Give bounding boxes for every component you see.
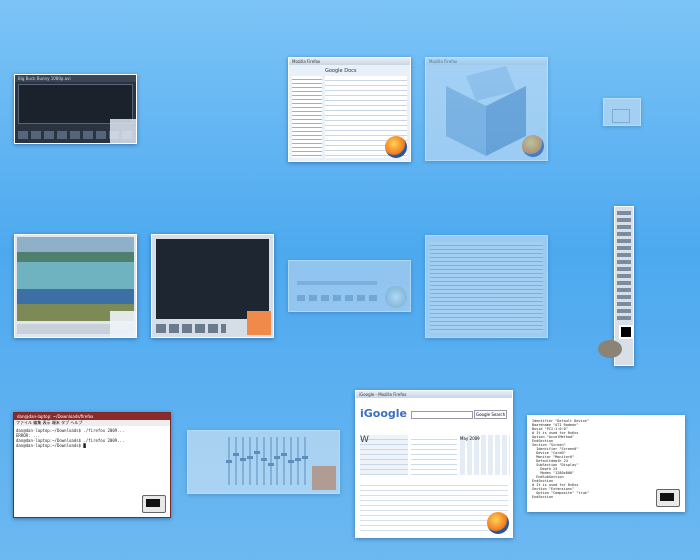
mixer-slider[interactable] (246, 437, 253, 485)
volume-mixer-window[interactable] (187, 430, 340, 494)
firefox-icon (522, 135, 544, 157)
mixer-slider[interactable] (281, 437, 288, 485)
slider-knob[interactable] (267, 462, 274, 466)
search-button[interactable]: Google Search (474, 410, 508, 419)
app-icon (385, 286, 407, 308)
slider-knob[interactable] (239, 458, 246, 461)
mixer-slider[interactable] (274, 437, 281, 485)
controls[interactable] (297, 295, 377, 301)
video-frame (17, 237, 134, 321)
playback-controls[interactable] (156, 324, 226, 333)
mixer-slider[interactable] (260, 437, 267, 485)
terminal-output[interactable]: dan@dan-laptop:~/Downloads$ ./firefox 20… (14, 426, 170, 450)
mixer-slider[interactable] (267, 437, 274, 485)
page-heading: Google Docs (325, 68, 357, 74)
mixer-slider[interactable] (226, 437, 232, 485)
slider-knob[interactable] (260, 458, 267, 461)
slider-knob[interactable] (274, 455, 281, 459)
video-area (156, 239, 269, 319)
tool-grid[interactable] (617, 211, 631, 321)
slider-knob[interactable] (281, 453, 288, 457)
slider-knob[interactable] (295, 458, 302, 461)
mixer-slider[interactable] (288, 437, 295, 485)
menu-view[interactable]: 表示 (43, 420, 51, 425)
menu-edit[interactable]: 編集 (33, 420, 41, 425)
menu-terminal[interactable]: 端末 (52, 420, 60, 425)
slider-knob[interactable] (246, 455, 253, 459)
gimp-icon (598, 340, 622, 358)
audio-player-window[interactable] (288, 260, 411, 312)
video-area (18, 84, 133, 124)
weather-temp: W (360, 435, 369, 445)
text-editor-window[interactable]: Identifier "Default Device" Boardname "AT… (527, 415, 685, 512)
igoogle-logo[interactable]: iGoogle (360, 407, 407, 420)
overlay-thumb (110, 311, 136, 337)
media-player-black-window[interactable] (151, 234, 274, 338)
gadget-bottom (360, 481, 508, 533)
firefox-icon (487, 512, 509, 534)
menu-tabs[interactable]: タブ (61, 420, 69, 425)
small-dialog-window[interactable] (603, 98, 641, 126)
window-title: Mozilla Firefox (426, 58, 547, 65)
gadget-weather: W (360, 435, 408, 475)
gadget-calendar: May 2009 (460, 435, 510, 475)
seek-bar[interactable] (297, 281, 377, 285)
menu-file[interactable]: ファイル (16, 420, 32, 425)
search-input[interactable] (411, 411, 473, 419)
firefox-docs-window[interactable]: Mozilla Firefox Google Docs (288, 57, 411, 162)
overlay-thumb (110, 119, 136, 143)
media-player-window-small[interactable]: Big Buck Bunny 1080p.avi (14, 74, 137, 144)
window-title: Big Buck Bunny 1080p.avi (15, 75, 136, 82)
mixer-slider[interactable] (232, 437, 239, 485)
calendar-month: May 2009 (460, 436, 480, 441)
equalizer-icon (247, 311, 271, 335)
firefox-image-window[interactable]: Mozilla Firefox (425, 57, 548, 161)
igoogle-firefox-window[interactable]: iGoogle - Mozilla Firefox iGoogle Google… (355, 390, 513, 538)
text-document-window[interactable] (425, 235, 548, 338)
slider-knob[interactable] (302, 455, 309, 459)
equalizer-icon (312, 466, 336, 490)
menu-help[interactable]: ヘルプ (70, 420, 82, 425)
terminal-line: dan@dan-laptop:~/Downloads$ █ (16, 443, 86, 448)
mixer-slider[interactable] (302, 437, 309, 485)
terminal-icon (656, 489, 680, 507)
gadget-news (411, 435, 457, 475)
terminal-window[interactable]: dan@dan-laptop: ~/Downloads/firefox ファイル… (13, 412, 171, 518)
slider-knob[interactable] (253, 450, 260, 454)
mixer-slider[interactable] (295, 437, 302, 485)
sidebar-tree (292, 76, 322, 158)
slider-knob[interactable] (226, 460, 232, 464)
window-title: iGoogle - Mozilla Firefox (356, 391, 512, 398)
slider-knob[interactable] (232, 453, 239, 457)
window-title: dan@dan-laptop: ~/Downloads/firefox (14, 413, 170, 420)
terminal-icon (142, 495, 166, 513)
video-player-window[interactable] (14, 234, 137, 338)
window-title: Mozilla Firefox (289, 58, 410, 65)
mixer-slider[interactable] (239, 437, 246, 485)
firefox-icon (385, 136, 407, 158)
mixer-slider[interactable] (253, 437, 260, 485)
dialog-box (612, 109, 630, 123)
mixer-sliders[interactable] (226, 437, 311, 485)
document-text (430, 242, 543, 333)
color-swatch[interactable] (619, 325, 633, 339)
slider-knob[interactable] (288, 460, 295, 464)
